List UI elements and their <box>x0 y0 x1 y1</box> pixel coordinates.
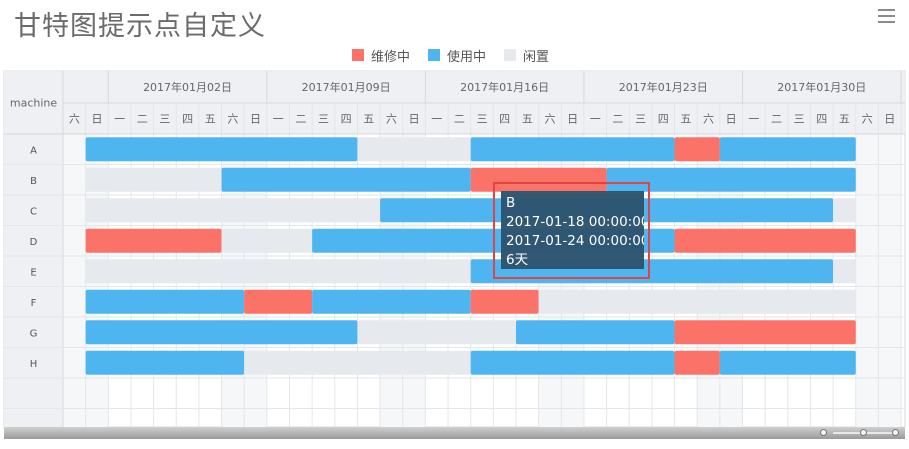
weekday-label: 五 <box>839 113 850 126</box>
gantt-bar <box>538 289 856 314</box>
weekday-label: 四 <box>182 113 193 126</box>
gantt-bar <box>85 137 358 162</box>
weekend-shade <box>855 134 879 427</box>
weekday-label: 日 <box>884 113 895 126</box>
category-column-background <box>4 71 63 427</box>
machine-label: F <box>31 298 37 309</box>
gantt-bar <box>674 350 720 375</box>
weekday-label: 日 <box>409 113 420 126</box>
weekday-label: 五 <box>680 113 691 126</box>
zoom-out-knob[interactable] <box>820 429 827 436</box>
weekday-label: 二 <box>771 113 782 126</box>
gantt-bar <box>674 228 856 253</box>
gantt-bar <box>85 259 471 284</box>
gantt-bar <box>357 137 471 162</box>
gantt-bar <box>470 167 607 192</box>
gantt-bar <box>470 289 539 314</box>
machine-label: C <box>30 206 37 217</box>
weekday-label: 六 <box>227 113 238 126</box>
weekday-label: 一 <box>114 113 125 126</box>
week-label: 2017年01月16日 <box>460 80 549 94</box>
weekday-label: 六 <box>69 113 80 126</box>
tooltip-machine: B <box>506 195 516 211</box>
tooltip: B 2017-01-18 00:00:00 2017-01-24 00:00:0… <box>501 191 644 269</box>
gantt-bar <box>244 289 313 314</box>
gantt-chart: machine 2017年01月02日 2017年01月09日 2017年01月16日… <box>3 70 906 428</box>
weekday-label: 六 <box>862 113 873 126</box>
gantt-bar <box>470 137 675 162</box>
machine-label: H <box>30 359 38 370</box>
gantt-bar <box>606 167 856 192</box>
weekday-label: 三 <box>318 113 329 126</box>
week-label: 2017年01月09日 <box>302 80 391 94</box>
gantt-bar <box>833 259 856 284</box>
weekday-label: 一 <box>748 113 759 126</box>
week-label: 2017年01月23日 <box>619 80 708 94</box>
gantt-bar <box>85 198 381 223</box>
weekday-label: 四 <box>816 113 827 126</box>
weekday-label: 一 <box>273 113 284 126</box>
weekday-label: 二 <box>295 113 306 126</box>
weekday-label: 三 <box>794 113 805 126</box>
week-label: 2017年01月02日 <box>143 80 232 94</box>
machine-label: E <box>30 267 36 278</box>
weekday-label: 六 <box>386 113 397 126</box>
gantt-bar <box>674 137 720 162</box>
weekday-label: 三 <box>159 113 170 126</box>
gantt-bar <box>244 350 471 375</box>
gantt-bar <box>221 167 471 192</box>
weekday-label: 日 <box>726 113 737 126</box>
weekday-label: 三 <box>477 113 488 126</box>
weekday-label: 一 <box>590 113 601 126</box>
gantt-bar <box>357 320 516 345</box>
gantt-bar <box>85 228 222 253</box>
weekday-label: 一 <box>431 113 442 126</box>
weekday-label: 三 <box>635 113 646 126</box>
weekday-label: 四 <box>499 113 510 126</box>
gantt-bar <box>674 320 856 345</box>
weekday-label: 日 <box>567 113 578 126</box>
gantt-bar <box>85 320 358 345</box>
weekday-label: 二 <box>612 113 623 126</box>
tooltip-start: 2017-01-18 00:00:00 <box>506 214 644 230</box>
weekend-shade <box>878 134 902 427</box>
gantt-bar <box>85 289 245 314</box>
gantt-bar <box>719 137 856 162</box>
weekday-label: 五 <box>522 113 533 126</box>
weekday-label: 二 <box>454 113 465 126</box>
weekday-label: 四 <box>341 113 352 126</box>
weekday-label: 日 <box>91 113 102 126</box>
zoom-slider-knob[interactable] <box>860 429 867 436</box>
weekday-label: 二 <box>137 113 148 126</box>
machine-label: G <box>30 328 38 339</box>
gantt-bar <box>85 350 245 375</box>
weekday-label: 日 <box>250 113 261 126</box>
weekday-label: 五 <box>205 113 216 126</box>
gantt-bar <box>85 167 222 192</box>
weekday-label: 四 <box>658 113 669 126</box>
weekend-shade <box>63 134 86 427</box>
gantt-bar <box>312 289 471 314</box>
week-label: 2017年01月30日 <box>777 80 866 94</box>
zoom-in-knob[interactable] <box>892 429 899 436</box>
gantt-bar <box>470 350 675 375</box>
gantt-bar <box>221 228 313 253</box>
gantt-bar <box>719 350 856 375</box>
machine-label: B <box>30 176 37 187</box>
machine-label: D <box>30 237 38 248</box>
tooltip-end: 2017-01-24 00:00:00 <box>506 233 644 249</box>
weekday-label: 五 <box>363 113 374 126</box>
gantt-bar <box>516 320 675 345</box>
machine-label: A <box>30 145 37 156</box>
weekday-label: 六 <box>544 113 555 126</box>
weekday-label: 六 <box>703 113 714 126</box>
tooltip-duration: 6天 <box>506 252 529 268</box>
category-header: machine <box>10 97 58 110</box>
zoom-scrollbar[interactable] <box>4 427 905 439</box>
gantt-bar <box>833 198 856 223</box>
